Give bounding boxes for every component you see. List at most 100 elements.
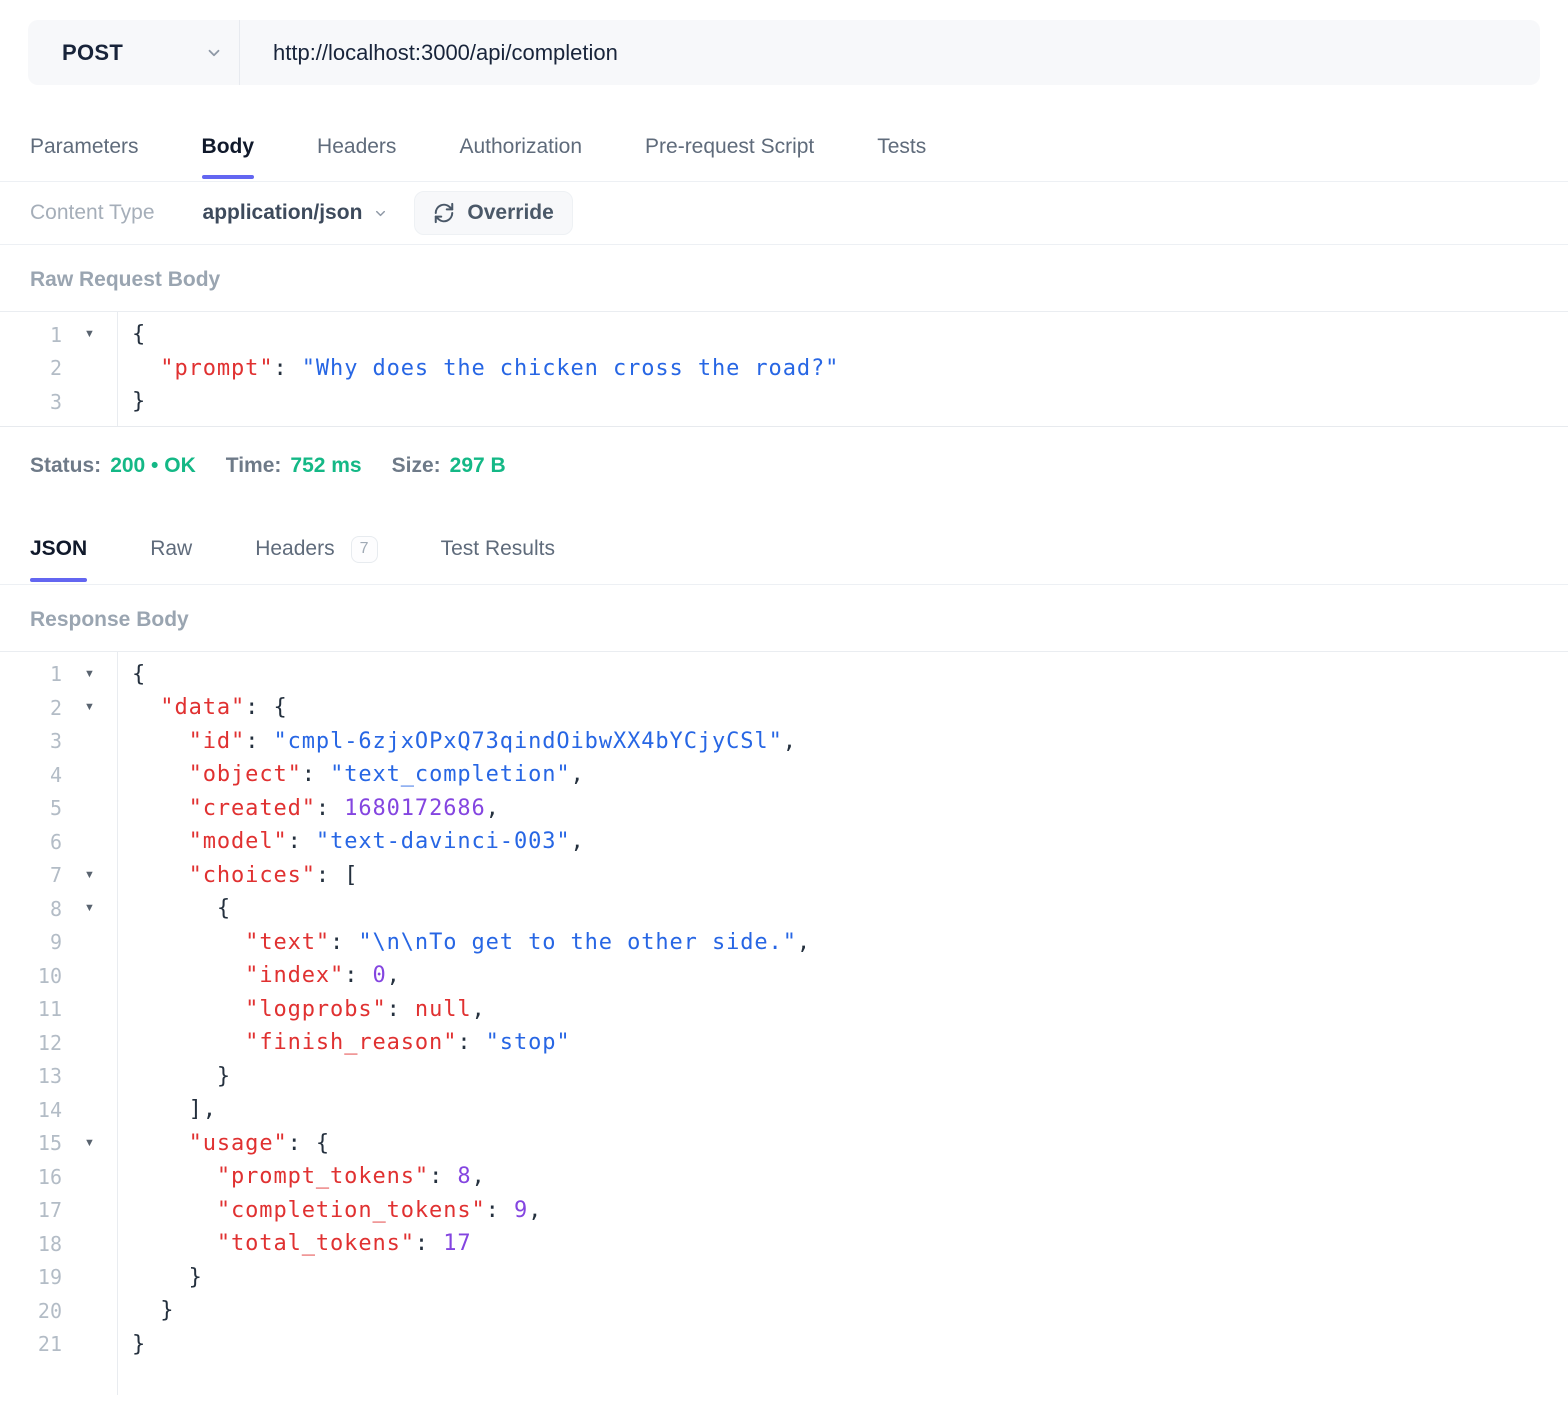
tab-pre-request-script[interactable]: Pre-request Script	[645, 105, 814, 181]
code-token: }	[132, 1264, 203, 1290]
code-token: "model"	[188, 829, 288, 854]
code-token: 9	[513, 1197, 529, 1223]
method-selector[interactable]: POST	[28, 20, 240, 85]
line-number: 12	[37, 1030, 62, 1055]
gutter-row: 7 ▼	[0, 859, 117, 893]
fold-toggle-icon[interactable]: ▼	[62, 702, 117, 713]
code-token: "index"	[245, 963, 345, 988]
tab-parameters[interactable]: Parameters	[30, 105, 139, 181]
fold-toggle-icon[interactable]: ▼	[62, 668, 117, 680]
override-label: Override	[467, 201, 554, 224]
code-token: "Why does the chicken cross the road?"	[301, 355, 840, 381]
line-number: 1	[49, 322, 62, 347]
gutter-row: 11	[0, 993, 117, 1027]
tab-tests[interactable]: Tests	[877, 105, 926, 181]
line-number: 7	[49, 863, 62, 888]
code-token: ,	[570, 762, 585, 787]
editor-gutter: 1 ▼ 2 ▼ 3 4 5 6 7 ▼ 8 ▼ 9 10 11 12 13 14 15 ▼ 16 17 18 19 20 21	[0, 651, 118, 1395]
content-type-select[interactable]: application/json	[203, 201, 389, 225]
tab-authorization[interactable]: Authorization	[459, 105, 582, 181]
line-number: 6	[49, 829, 62, 854]
tab-body[interactable]: Body	[201, 105, 255, 181]
status-value: 297 B	[449, 453, 506, 477]
gutter-row: 19	[0, 1261, 117, 1295]
gutter-row: 4	[0, 758, 117, 792]
code-line: }	[132, 1060, 1568, 1094]
code-token: ,	[386, 963, 401, 988]
override-button[interactable]: Override	[414, 191, 573, 235]
code-line: }	[132, 385, 1568, 419]
code-token: "object"	[188, 762, 302, 787]
tab-test-results[interactable]: Test Results	[441, 507, 555, 584]
code-line: "prompt_tokens": 8,	[132, 1160, 1568, 1194]
status-value: 752 ms	[290, 453, 362, 477]
code-token: {	[132, 661, 147, 687]
gutter-row: 9	[0, 926, 117, 960]
response-code-area[interactable]: { "data": { "id": "cmpl-6zjxOPxQ73qindOi…	[118, 652, 1568, 1395]
code-line: "text": "\n\nTo get to the other side.",	[132, 926, 1568, 960]
tab-label: Headers	[317, 135, 397, 158]
status-item: Time: 752 ms	[226, 453, 362, 479]
code-line: "model": "text-davinci-003",	[132, 825, 1568, 859]
code-token: "usage"	[188, 1130, 288, 1156]
code-line: }	[132, 1328, 1568, 1362]
gutter-row: 20	[0, 1294, 117, 1328]
fold-toggle-icon[interactable]: ▼	[62, 869, 117, 881]
line-number: 16	[37, 1164, 62, 1189]
request-body-section-label: Raw Request Body	[30, 268, 221, 291]
code-line: {	[132, 892, 1568, 926]
code-token: 1680172686	[344, 795, 486, 821]
url-input[interactable]: http://localhost:3000/api/completion	[240, 20, 1540, 85]
code-token: :	[273, 355, 302, 381]
code-line: "completion_tokens": 9,	[132, 1194, 1568, 1228]
code-token: :	[315, 795, 345, 821]
code-line: "data": {	[132, 691, 1568, 725]
editor-gutter: 1 ▼ 2 3	[0, 312, 118, 426]
code-token: "text_completion"	[330, 762, 571, 787]
fold-toggle-icon[interactable]: ▼	[62, 329, 117, 340]
tab-raw[interactable]: Raw	[150, 507, 192, 584]
code-token: "stop"	[485, 1030, 571, 1055]
code-token: : {	[245, 695, 288, 720]
gutter-row: 14	[0, 1093, 117, 1127]
code-token: "total_tokens"	[216, 1231, 415, 1256]
tab-label: JSON	[30, 537, 88, 560]
status-label: Status:	[30, 453, 102, 477]
code-token: :	[457, 1030, 486, 1055]
gutter-row: 5	[0, 792, 117, 826]
fold-toggle-icon[interactable]: ▼	[62, 1137, 117, 1149]
code-line: "usage": {	[132, 1127, 1568, 1161]
code-token: ,	[471, 1164, 486, 1189]
tab-label: Body	[201, 135, 255, 158]
code-line: "object": "text_completion",	[132, 758, 1568, 792]
code-token: }	[132, 1063, 232, 1089]
code-token: }	[132, 1331, 147, 1357]
code-token: "data"	[160, 695, 246, 720]
tab-json[interactable]: JSON	[30, 507, 88, 584]
fold-toggle-icon[interactable]: ▼	[62, 903, 117, 914]
tab-headers[interactable]: Headers 7	[255, 507, 378, 584]
code-token: "created"	[188, 795, 316, 821]
line-number: 18	[37, 1231, 62, 1256]
code-token: :	[414, 1231, 444, 1256]
gutter-row: 10	[0, 959, 117, 993]
status-label: Size:	[391, 453, 441, 477]
code-token: {	[132, 896, 232, 921]
code-token: "logprobs"	[245, 996, 387, 1022]
code-token: ,	[471, 996, 486, 1022]
code-token: }	[132, 389, 147, 414]
gutter-row: 2	[0, 352, 117, 386]
code-line: }	[132, 1294, 1568, 1328]
gutter-row: 17	[0, 1194, 117, 1228]
tab-label: Authorization	[459, 135, 583, 158]
code-token: 8	[457, 1164, 472, 1189]
code-line: "finish_reason": "stop"	[132, 1026, 1568, 1060]
tab-headers[interactable]: Headers	[317, 105, 396, 181]
response-body-editor: 1 ▼ 2 ▼ 3 4 5 6 7 ▼ 8 ▼ 9 10 11 12 13 14 15 ▼ 16 17 18 19 20 21 {…	[0, 650, 1568, 1395]
code-token: ,	[528, 1197, 543, 1223]
line-number: 2	[49, 356, 62, 381]
request-code-area[interactable]: { "prompt": "Why does the chicken cross …	[118, 312, 1568, 426]
